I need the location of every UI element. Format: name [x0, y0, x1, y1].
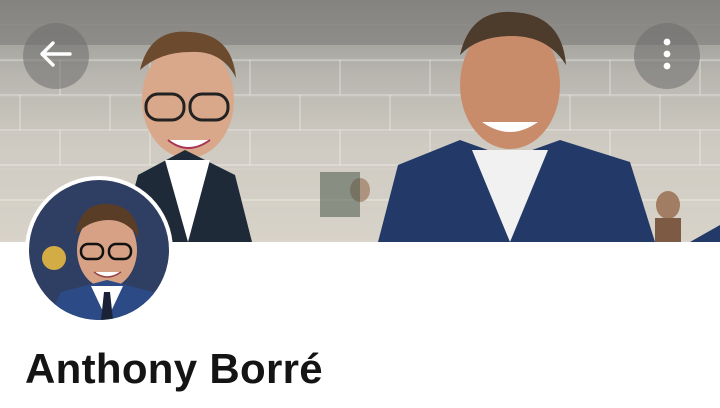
- avatar[interactable]: [25, 176, 173, 324]
- more-vertical-icon: [662, 37, 672, 76]
- profile-name: Anthony Borré: [25, 345, 323, 392]
- avatar-image: [29, 180, 169, 320]
- arrow-left-icon: [39, 40, 73, 73]
- more-options-button[interactable]: [634, 23, 700, 89]
- back-button[interactable]: [23, 23, 89, 89]
